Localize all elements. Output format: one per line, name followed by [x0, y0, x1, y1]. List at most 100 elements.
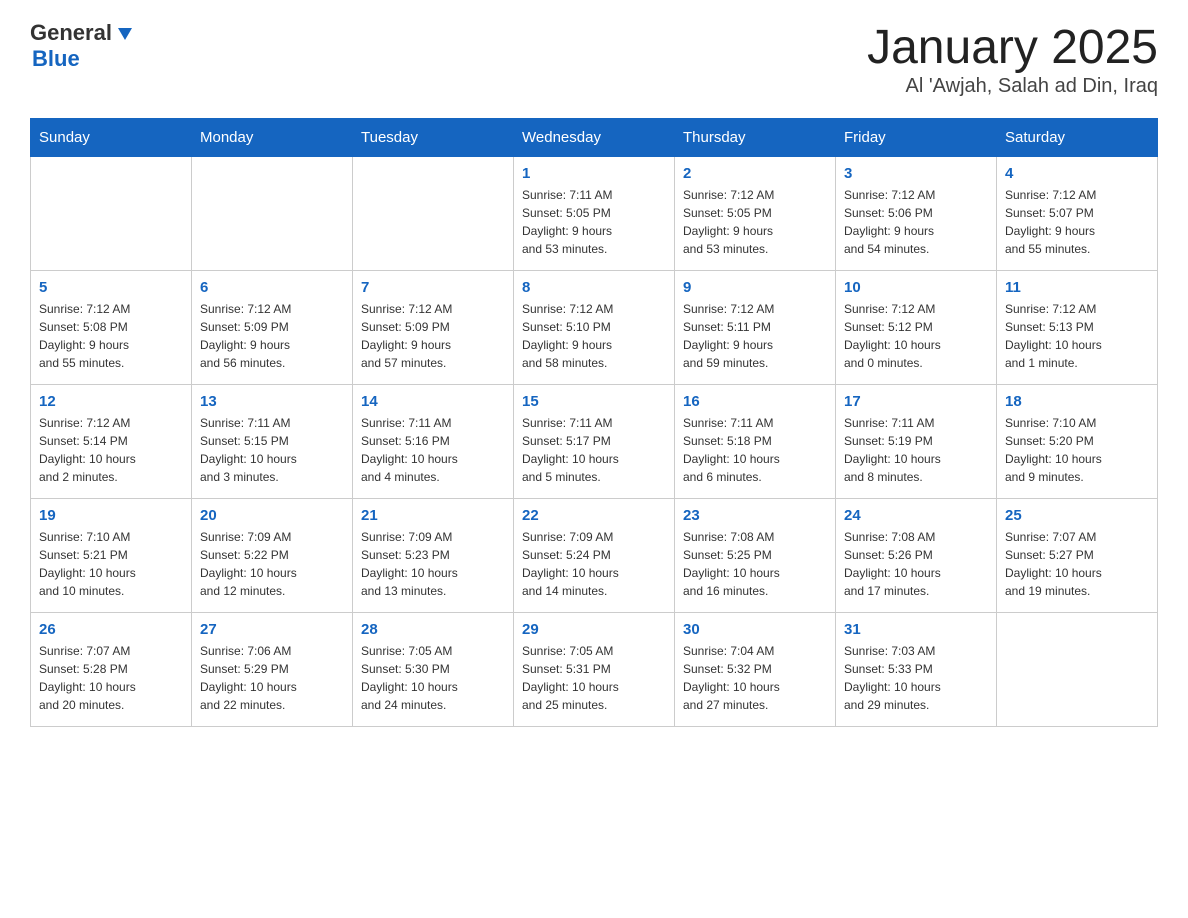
- logo-arrow-icon: [116, 24, 134, 42]
- day-number: 25: [1005, 507, 1149, 524]
- calendar-cell: 27Sunrise: 7:06 AM Sunset: 5:29 PM Dayli…: [192, 613, 353, 727]
- day-info: Sunrise: 7:07 AM Sunset: 5:27 PM Dayligh…: [1005, 528, 1149, 600]
- calendar-cell: 16Sunrise: 7:11 AM Sunset: 5:18 PM Dayli…: [675, 385, 836, 499]
- page-header: General Blue January 2025 Al 'Awjah, Sal…: [30, 20, 1158, 98]
- day-info: Sunrise: 7:12 AM Sunset: 5:06 PM Dayligh…: [844, 186, 988, 258]
- day-info: Sunrise: 7:09 AM Sunset: 5:24 PM Dayligh…: [522, 528, 666, 600]
- calendar-cell: 30Sunrise: 7:04 AM Sunset: 5:32 PM Dayli…: [675, 613, 836, 727]
- calendar-cell: 26 Sunrise: 7:07 AM Sunset: 5:28 PM Dayli…: [31, 613, 192, 727]
- calendar-cell: 25 Sunrise: 7:07 AM Sunset: 5:27 PM Dayli…: [997, 499, 1158, 613]
- day-info: Sunrise: 7:12 AM Sunset: 5:11 PM Dayligh…: [683, 300, 827, 372]
- day-number: 29: [522, 621, 666, 638]
- calendar-cell: 6 Sunrise: 7:12 AM Sunset: 5:09 PM Daylig…: [192, 271, 353, 385]
- calendar-cell: [192, 157, 353, 271]
- day-number: 17: [844, 393, 988, 410]
- day-info: Sunrise: 7:11 AM Sunset: 5:15 PM Dayligh…: [200, 414, 344, 486]
- logo-general-text: General: [30, 20, 112, 46]
- calendar-week-4: 19Sunrise: 7:10 AM Sunset: 5:21 PM Dayli…: [31, 499, 1158, 613]
- day-info: Sunrise: 7:10 AM Sunset: 5:21 PM Dayligh…: [39, 528, 183, 600]
- day-number: 18: [1005, 393, 1149, 410]
- calendar-cell: [353, 157, 514, 271]
- day-info: Sunrise: 7:04 AM Sunset: 5:32 PM Dayligh…: [683, 642, 827, 714]
- day-info: Sunrise: 7:10 AM Sunset: 5:20 PM Dayligh…: [1005, 414, 1149, 486]
- day-number: 6: [200, 279, 344, 296]
- calendar-cell: 3 Sunrise: 7:12 AM Sunset: 5:06 PM Daylig…: [836, 157, 997, 271]
- day-number: 14: [361, 393, 505, 410]
- day-number: 20: [200, 507, 344, 524]
- calendar-cell: 12Sunrise: 7:12 AM Sunset: 5:14 PM Dayli…: [31, 385, 192, 499]
- day-number: 15: [522, 393, 666, 410]
- calendar-cell: 21Sunrise: 7:09 AM Sunset: 5:23 PM Dayli…: [353, 499, 514, 613]
- calendar-cell: 5 Sunrise: 7:12 AM Sunset: 5:08 PM Daylig…: [31, 271, 192, 385]
- day-number: 11: [1005, 279, 1149, 296]
- calendar-cell: 31 Sunrise: 7:03 AM Sunset: 5:33 PM Dayli…: [836, 613, 997, 727]
- day-number: 26: [39, 621, 183, 638]
- day-info: Sunrise: 7:12 AM Sunset: 5:14 PM Dayligh…: [39, 414, 183, 486]
- calendar-cell: [31, 157, 192, 271]
- calendar-header-monday: Monday: [192, 119, 353, 157]
- calendar-week-5: 26 Sunrise: 7:07 AM Sunset: 5:28 PM Dayli…: [31, 613, 1158, 727]
- page-subtitle: Al 'Awjah, Salah ad Din, Iraq: [867, 75, 1158, 98]
- calendar-cell: [997, 613, 1158, 727]
- calendar-header-sunday: Sunday: [31, 119, 192, 157]
- calendar-cell: 18 Sunrise: 7:10 AM Sunset: 5:20 PM Dayli…: [997, 385, 1158, 499]
- logo-blue-text: Blue: [32, 46, 80, 72]
- day-info: Sunrise: 7:12 AM Sunset: 5:05 PM Dayligh…: [683, 186, 827, 258]
- calendar-cell: 13 Sunrise: 7:11 AM Sunset: 5:15 PM Dayli…: [192, 385, 353, 499]
- day-number: 8: [522, 279, 666, 296]
- day-number: 3: [844, 165, 988, 182]
- day-number: 13: [200, 393, 344, 410]
- day-number: 23: [683, 507, 827, 524]
- day-info: Sunrise: 7:12 AM Sunset: 5:10 PM Dayligh…: [522, 300, 666, 372]
- calendar-week-3: 12Sunrise: 7:12 AM Sunset: 5:14 PM Dayli…: [31, 385, 1158, 499]
- day-info: Sunrise: 7:12 AM Sunset: 5:13 PM Dayligh…: [1005, 300, 1149, 372]
- calendar-cell: 2 Sunrise: 7:12 AM Sunset: 5:05 PM Daylig…: [675, 157, 836, 271]
- day-number: 2: [683, 165, 827, 182]
- day-info: Sunrise: 7:09 AM Sunset: 5:22 PM Dayligh…: [200, 528, 344, 600]
- day-number: 1: [522, 165, 666, 182]
- calendar-cell: 11 Sunrise: 7:12 AM Sunset: 5:13 PM Dayli…: [997, 271, 1158, 385]
- day-info: Sunrise: 7:05 AM Sunset: 5:30 PM Dayligh…: [361, 642, 505, 714]
- calendar-cell: 28Sunrise: 7:05 AM Sunset: 5:30 PM Dayli…: [353, 613, 514, 727]
- day-info: Sunrise: 7:11 AM Sunset: 5:18 PM Dayligh…: [683, 414, 827, 486]
- calendar-header-tuesday: Tuesday: [353, 119, 514, 157]
- day-info: Sunrise: 7:07 AM Sunset: 5:28 PM Dayligh…: [39, 642, 183, 714]
- day-info: Sunrise: 7:11 AM Sunset: 5:19 PM Dayligh…: [844, 414, 988, 486]
- day-info: Sunrise: 7:12 AM Sunset: 5:09 PM Dayligh…: [361, 300, 505, 372]
- day-number: 10: [844, 279, 988, 296]
- calendar-cell: 22 Sunrise: 7:09 AM Sunset: 5:24 PM Dayli…: [514, 499, 675, 613]
- day-info: Sunrise: 7:08 AM Sunset: 5:26 PM Dayligh…: [844, 528, 988, 600]
- calendar-header-wednesday: Wednesday: [514, 119, 675, 157]
- day-info: Sunrise: 7:05 AM Sunset: 5:31 PM Dayligh…: [522, 642, 666, 714]
- day-info: Sunrise: 7:12 AM Sunset: 5:12 PM Dayligh…: [844, 300, 988, 372]
- day-info: Sunrise: 7:11 AM Sunset: 5:17 PM Dayligh…: [522, 414, 666, 486]
- day-number: 5: [39, 279, 183, 296]
- calendar-cell: 15 Sunrise: 7:11 AM Sunset: 5:17 PM Dayli…: [514, 385, 675, 499]
- calendar-cell: 4 Sunrise: 7:12 AM Sunset: 5:07 PM Daylig…: [997, 157, 1158, 271]
- day-info: Sunrise: 7:03 AM Sunset: 5:33 PM Dayligh…: [844, 642, 988, 714]
- calendar-cell: 1Sunrise: 7:11 AM Sunset: 5:05 PM Daylig…: [514, 157, 675, 271]
- day-number: 27: [200, 621, 344, 638]
- calendar-cell: 17 Sunrise: 7:11 AM Sunset: 5:19 PM Dayli…: [836, 385, 997, 499]
- logo: General Blue: [30, 20, 134, 72]
- day-number: 24: [844, 507, 988, 524]
- calendar-cell: 24 Sunrise: 7:08 AM Sunset: 5:26 PM Dayli…: [836, 499, 997, 613]
- calendar-cell: 19Sunrise: 7:10 AM Sunset: 5:21 PM Dayli…: [31, 499, 192, 613]
- day-info: Sunrise: 7:12 AM Sunset: 5:07 PM Dayligh…: [1005, 186, 1149, 258]
- day-number: 21: [361, 507, 505, 524]
- day-number: 4: [1005, 165, 1149, 182]
- day-info: Sunrise: 7:12 AM Sunset: 5:09 PM Dayligh…: [200, 300, 344, 372]
- day-info: Sunrise: 7:12 AM Sunset: 5:08 PM Dayligh…: [39, 300, 183, 372]
- calendar-cell: 23 Sunrise: 7:08 AM Sunset: 5:25 PM Dayli…: [675, 499, 836, 613]
- calendar-header-friday: Friday: [836, 119, 997, 157]
- day-number: 9: [683, 279, 827, 296]
- day-number: 22: [522, 507, 666, 524]
- day-number: 31: [844, 621, 988, 638]
- page-title: January 2025: [867, 20, 1158, 75]
- calendar-cell: 7 Sunrise: 7:12 AM Sunset: 5:09 PM Daylig…: [353, 271, 514, 385]
- day-info: Sunrise: 7:08 AM Sunset: 5:25 PM Dayligh…: [683, 528, 827, 600]
- calendar-cell: 20 Sunrise: 7:09 AM Sunset: 5:22 PM Dayli…: [192, 499, 353, 613]
- calendar-week-1: 1Sunrise: 7:11 AM Sunset: 5:05 PM Daylig…: [31, 157, 1158, 271]
- day-number: 7: [361, 279, 505, 296]
- calendar-cell: 8 Sunrise: 7:12 AM Sunset: 5:10 PM Daylig…: [514, 271, 675, 385]
